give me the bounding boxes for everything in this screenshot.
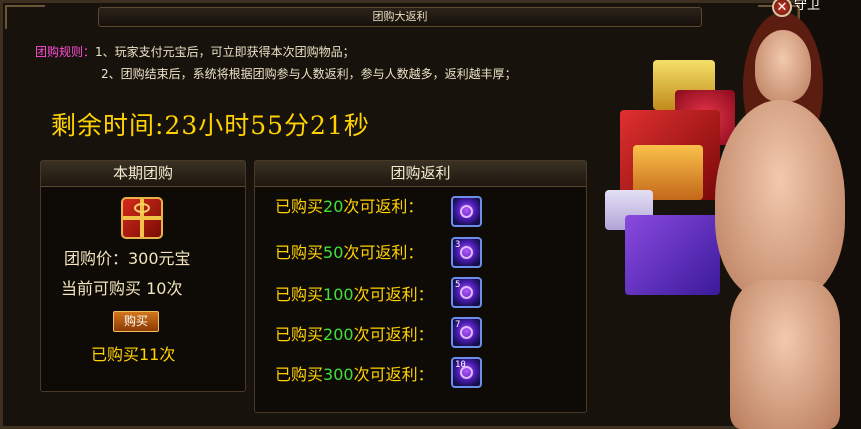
rules-line-2: 2、团购结束后，系统将根据团购参与人数返利，参与人数越多，返利越丰厚； (101, 67, 517, 81)
rebate-prefix: 已购买 (275, 285, 324, 304)
rebate-suffix: 次可返利： (353, 365, 434, 384)
purple-orb-icon[interactable]: 3 (451, 237, 482, 268)
rebate-count: 20 (323, 197, 344, 216)
rebate-suffix: 次可返利： (353, 325, 434, 344)
rebate-row: 已购买200次可返利： (275, 318, 434, 352)
reward-quantity: 3 (455, 240, 461, 250)
reward-quantity: 7 (455, 320, 461, 330)
reward-quantity: 10 (455, 360, 466, 370)
purple-orb-icon[interactable]: 7 (451, 317, 482, 348)
current-group-panel: 本期团购 团购价：300元宝 当前可购买 10次 购买 已购买11次 (40, 160, 246, 392)
rebate-row: 已购买100次可返利： (275, 278, 434, 312)
rules-line-1: 1、玩家支付元宝后，可立即获得本次团购物品； (95, 45, 355, 59)
rules-heading: 团购规则： (35, 45, 96, 59)
rebate-row: 已购买300次可返利： (275, 358, 434, 392)
promo-art (605, 12, 861, 429)
rebate-prefix: 已购买 (275, 197, 324, 216)
purple-orb-icon[interactable] (451, 196, 482, 227)
rebate-suffix: 次可返利： (353, 285, 434, 304)
rebate-row: 已购买20次可返利： (275, 190, 423, 224)
rebate-count: 300 (323, 365, 354, 384)
frame-corner-left (5, 5, 45, 29)
bought-count: 已购买11次 (91, 345, 176, 364)
remaining-time: 剩余时间:23小时55分21秒 (51, 111, 370, 140)
character-body-art (715, 100, 845, 300)
gift-box-icon[interactable] (121, 197, 163, 239)
purple-gift-art (625, 215, 720, 295)
reward-quantity: 5 (455, 280, 461, 290)
character-face-art (755, 30, 811, 102)
rebate-count: 50 (323, 243, 344, 262)
partial-label: 守卫 (794, 0, 821, 13)
character-legs-art (730, 280, 840, 429)
rebate-title: 团购返利 (255, 161, 586, 187)
purchase-limit: 当前可购买 10次 (61, 279, 183, 298)
rebate-row: 已购买50次可返利： (275, 236, 423, 270)
rebate-prefix: 已购买 (275, 365, 324, 384)
rebate-count: 200 (323, 325, 354, 344)
purple-orb-icon[interactable]: 10 (451, 357, 482, 388)
rebate-count: 100 (323, 285, 354, 304)
group-price: 团购价：300元宝 (64, 249, 191, 268)
buy-button[interactable]: 购买 (113, 311, 159, 332)
rebate-suffix: 次可返利： (343, 243, 424, 262)
rebate-panel: 团购返利 已购买20次可返利： 已购买50次可返利： 3 已购买100次可返利：… (254, 160, 587, 413)
current-group-title: 本期团购 (41, 161, 245, 187)
rebate-prefix: 已购买 (275, 325, 324, 344)
rules-text: 团购规则：1、玩家支付元宝后，可立即获得本次团购物品； 2、团购结束后，系统将根… (35, 41, 517, 85)
rebate-prefix: 已购买 (275, 243, 324, 262)
purple-orb-icon[interactable]: 5 (451, 277, 482, 308)
rebate-suffix: 次可返利： (343, 197, 424, 216)
